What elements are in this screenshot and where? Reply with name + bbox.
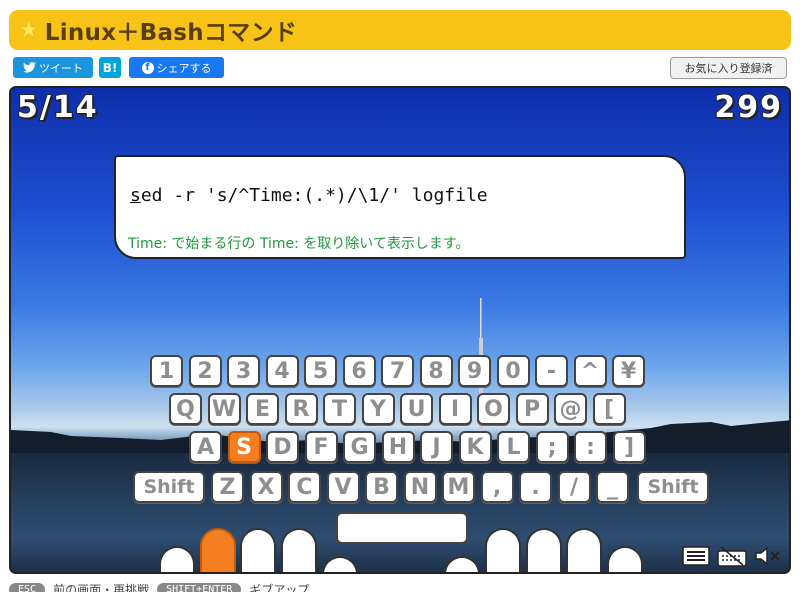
keyboard-toggle-icon[interactable]	[717, 545, 747, 567]
tweet-button[interactable]: ツイート	[13, 57, 93, 78]
finger-right-pinky	[607, 546, 643, 572]
key-C[interactable]: C	[288, 471, 321, 503]
key--[interactable]: -	[535, 355, 568, 387]
key-shift[interactable]: Shift	[637, 471, 709, 503]
next-char: s	[130, 185, 141, 206]
key-7[interactable]: 7	[381, 355, 414, 387]
favorite-label: お気に入り登録済	[684, 62, 773, 75]
key-I[interactable]: I	[438, 393, 472, 425]
key-O[interactable]: O	[477, 393, 510, 425]
progress-counter: 5/14	[16, 89, 99, 126]
facebook-icon: f	[141, 61, 154, 74]
facebook-label: シェアする	[156, 61, 212, 75]
key-.[interactable]: .	[519, 471, 552, 503]
title-bar: ★ Linux＋Bashコマンド	[9, 10, 791, 50]
tweet-label: ツイート	[39, 61, 83, 75]
key-Z[interactable]: Z	[211, 471, 244, 503]
giveup-hint-label: ギブアップ	[249, 582, 310, 592]
esc-hint-label: 前の画面・再挑戦	[53, 582, 150, 592]
score-display: 299	[713, 89, 783, 126]
game-area[interactable]: 5/14 299 sed -r 's/^Time:(.*)/\1/' logfi…	[9, 86, 791, 574]
space-key[interactable]	[336, 512, 468, 544]
key-¥[interactable]: ¥	[612, 355, 645, 387]
key-K[interactable]: K	[458, 431, 492, 463]
question-card: sed -r 's/^Time:(.*)/\1/' logfile Time: …	[114, 155, 686, 259]
key-F[interactable]: F	[304, 431, 338, 463]
key-W[interactable]: W	[207, 393, 241, 425]
key-H[interactable]: H	[381, 431, 415, 463]
key-Q[interactable]: Q	[169, 393, 202, 425]
key-0[interactable]: 0	[496, 355, 530, 387]
star-icon: ★	[19, 17, 39, 43]
control-icons	[681, 545, 783, 567]
command-description: Time: で始まる行の Time: を取り除いて表示します。	[128, 236, 470, 252]
hatena-label: B!	[102, 60, 118, 75]
finger-right-ring	[566, 528, 602, 572]
menu-icon[interactable]	[681, 545, 711, 567]
giveup-key-badge: SHIFT+ENTER	[157, 582, 242, 592]
esc-key-badge: ESC	[9, 582, 46, 592]
keyboard-hints: ESC 前の画面・再挑戦 SHIFT+ENTER ギブアップ	[9, 579, 309, 592]
key-shift[interactable]: Shift	[133, 471, 205, 503]
key-2[interactable]: 2	[188, 355, 222, 387]
favorite-button[interactable]: お気に入り登録済	[670, 57, 787, 79]
key-;[interactable]: ;	[535, 431, 569, 463]
key-][interactable]: ]	[612, 431, 646, 463]
key-3[interactable]: 3	[227, 355, 260, 387]
twitter-bird-icon	[23, 62, 36, 73]
key-V[interactable]: V	[326, 471, 360, 503]
key-A[interactable]: A	[189, 431, 222, 463]
key-X[interactable]: X	[249, 471, 283, 503]
key-4[interactable]: 4	[265, 355, 299, 387]
key-_[interactable]: _	[596, 471, 629, 503]
hatena-bookmark-button[interactable]: B!	[99, 57, 121, 78]
key-6[interactable]: 6	[342, 355, 376, 387]
key-M[interactable]: M	[442, 471, 475, 503]
finger-left-ring	[200, 528, 236, 572]
key-R[interactable]: R	[284, 393, 318, 425]
key-N[interactable]: N	[403, 471, 437, 503]
key-D[interactable]: D	[266, 431, 299, 463]
finger-left-middle	[240, 528, 276, 572]
mute-icon[interactable]	[753, 545, 783, 567]
key-Y[interactable]: Y	[361, 393, 395, 425]
command-text: sed -r 's/^Time:(.*)/\1/' logfile	[130, 185, 488, 206]
finger-right-middle	[526, 528, 562, 572]
key-S[interactable]: S	[227, 431, 261, 463]
key-P[interactable]: P	[515, 393, 549, 425]
key-[[interactable]: [	[592, 393, 626, 425]
key-@[interactable]: @	[554, 393, 587, 425]
key-9[interactable]: 9	[458, 355, 491, 387]
key-T[interactable]: T	[323, 393, 356, 425]
key-B[interactable]: B	[365, 471, 398, 503]
key-/[interactable]: /	[557, 471, 591, 503]
page-title: Linux＋Bashコマンド	[44, 20, 298, 46]
key-J[interactable]: J	[420, 431, 453, 463]
key-8[interactable]: 8	[419, 355, 453, 387]
finger-right-index	[485, 528, 521, 572]
finger-left-index	[281, 528, 317, 572]
key-E[interactable]: E	[246, 393, 279, 425]
command-remaining: ed -r 's/^Time:(.*)/\1/' logfile	[140, 185, 488, 206]
key-L[interactable]: L	[497, 431, 530, 463]
share-row: ツイート B! f シェアする お気に入り登録済	[13, 57, 791, 79]
finger-left-pinky	[159, 546, 195, 572]
key-U[interactable]: U	[400, 393, 433, 425]
key-G[interactable]: G	[343, 431, 376, 463]
facebook-share-button[interactable]: f シェアする	[129, 57, 224, 78]
key-:[interactable]: :	[574, 431, 607, 463]
key-,[interactable]: ,	[480, 471, 514, 503]
key-^[interactable]: ^	[573, 355, 607, 387]
key-5[interactable]: 5	[304, 355, 337, 387]
key-1[interactable]: 1	[150, 355, 183, 387]
